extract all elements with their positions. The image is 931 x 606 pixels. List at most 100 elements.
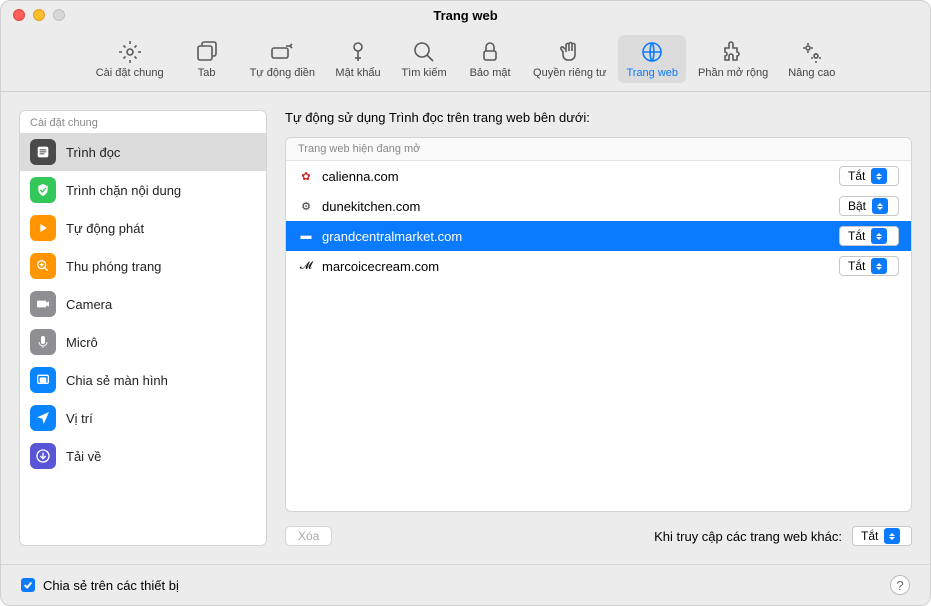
toolbar-label: Bảo mật	[470, 67, 511, 79]
toolbar-passwords[interactable]: Mật khẩu	[327, 35, 389, 83]
toolbar-label: Quyền riêng tư	[533, 67, 606, 79]
toolbar-label: Tự động điền	[250, 67, 315, 79]
toolbar-label: Nâng cao	[788, 67, 835, 79]
site-list: ✿ calienna.com Tắt ⚙ dunekitchen.com Bật…	[286, 161, 911, 511]
lock-icon	[477, 39, 503, 65]
site-value-dropdown[interactable]: Tắt	[839, 226, 899, 246]
site-name: marcoicecream.com	[322, 259, 831, 274]
sidebar-item-download[interactable]: Tải về	[20, 437, 266, 475]
puzzle-icon	[720, 39, 746, 65]
sidebar-item-zoom[interactable]: Thu phóng trang	[20, 247, 266, 285]
sidebar-item-label: Thu phóng trang	[66, 259, 161, 274]
sidebar-header: Cài đặt chung	[20, 111, 266, 133]
site-row[interactable]: ✿ calienna.com Tắt	[286, 161, 911, 191]
play-icon	[30, 215, 56, 241]
settings-sidebar: Cài đặt chung Trình đọc Trình chặn nội du…	[19, 110, 267, 546]
toolbar-websites[interactable]: Trang web	[618, 35, 686, 83]
site-name: grandcentralmarket.com	[322, 229, 831, 244]
footer: Chia sẻ trên các thiết bị ?	[1, 564, 930, 605]
toolbar-label: Tìm kiếm	[401, 67, 446, 79]
favicon-icon: 𝓜	[298, 258, 314, 274]
sidebar-item-location[interactable]: Vị trí	[20, 399, 266, 437]
toolbar-search[interactable]: Tìm kiếm	[393, 35, 455, 83]
titlebar: Trang web	[1, 1, 930, 29]
chevron-updown-icon	[884, 528, 900, 544]
site-value-dropdown[interactable]: Tắt	[839, 256, 899, 276]
sidebar-item-label: Camera	[66, 297, 112, 312]
site-list-box: Trang web hiện đang mở ✿ calienna.com Tắ…	[285, 137, 912, 512]
minimize-window-button[interactable]	[33, 9, 45, 21]
location-icon	[30, 405, 56, 431]
sidebar-item-label: Trình chặn nội dung	[66, 183, 181, 198]
toolbar-label: Tab	[198, 67, 216, 79]
hand-icon	[557, 39, 583, 65]
close-window-button[interactable]	[13, 9, 25, 21]
camera-icon	[30, 291, 56, 317]
site-group-header: Trang web hiện đang mở	[286, 138, 911, 161]
site-row[interactable]: 𝓜 marcoicecream.com Tắt	[286, 251, 911, 281]
chevron-updown-icon	[872, 198, 888, 214]
tabs-icon	[194, 39, 220, 65]
sidebar-item-label: Vị trí	[66, 411, 93, 426]
sidebar-item-label: Micrô	[66, 335, 98, 350]
favicon-icon: ▬	[298, 228, 314, 244]
site-row[interactable]: ⚙ dunekitchen.com Bật	[286, 191, 911, 221]
dropdown-value: Tắt	[848, 229, 865, 243]
toolbar-label: Cài đặt chung	[96, 67, 164, 79]
chevron-updown-icon	[871, 258, 887, 274]
sidebar-item-label: Tải về	[66, 449, 101, 464]
sidebar-item-reader[interactable]: Trình đọc	[20, 133, 266, 171]
toolbar-privacy[interactable]: Quyền riêng tư	[525, 35, 614, 83]
window-title: Trang web	[433, 8, 497, 23]
sidebar-list: Trình đọc Trình chặn nội dung Tự động phát…	[20, 133, 266, 545]
screen-icon	[30, 367, 56, 393]
sidebar-item-mic[interactable]: Micrô	[20, 323, 266, 361]
sidebar-item-screen[interactable]: Chia sẻ màn hình	[20, 361, 266, 399]
chevron-updown-icon	[871, 168, 887, 184]
chevron-updown-icon	[871, 228, 887, 244]
globe-icon	[639, 39, 665, 65]
key-icon	[345, 39, 371, 65]
dropdown-value: Bật	[848, 199, 866, 213]
site-name: dunekitchen.com	[322, 199, 831, 214]
site-value-dropdown[interactable]: Bật	[839, 196, 899, 216]
other-sites-dropdown[interactable]: Tắt	[852, 526, 912, 546]
dropdown-value: Tắt	[861, 529, 878, 543]
dropdown-value: Tắt	[848, 259, 865, 273]
dropdown-value: Tắt	[848, 169, 865, 183]
site-value-dropdown[interactable]: Tắt	[839, 166, 899, 186]
toolbar-extensions[interactable]: Phần mở rộng	[690, 35, 776, 83]
toolbar-label: Phần mở rộng	[698, 67, 768, 79]
delete-button[interactable]: Xóa	[285, 526, 332, 546]
site-row[interactable]: ▬ grandcentralmarket.com Tắt	[286, 221, 911, 251]
sidebar-item-label: Trình đọc	[66, 145, 120, 160]
toolbar-autofill[interactable]: Tự động điền	[242, 35, 323, 83]
sidebar-item-label: Tự động phát	[66, 221, 144, 236]
share-checkbox[interactable]	[21, 578, 35, 592]
toolbar-advanced[interactable]: Nâng cao	[780, 35, 843, 83]
main-title: Tự động sử dụng Trình đọc trên trang web…	[285, 110, 912, 125]
other-sites-label: Khi truy cập các trang web khác:	[654, 529, 842, 544]
zoom-window-button[interactable]	[53, 9, 65, 21]
toolbar-label: Mật khẩu	[335, 67, 380, 79]
zoom-icon	[30, 253, 56, 279]
toolbar-label: Trang web	[626, 67, 678, 79]
toolbar-security[interactable]: Bảo mật	[459, 35, 521, 83]
help-button[interactable]: ?	[890, 575, 910, 595]
download-icon	[30, 443, 56, 469]
sidebar-item-shield[interactable]: Trình chặn nội dung	[20, 171, 266, 209]
main-panel: Tự động sử dụng Trình đọc trên trang web…	[285, 110, 912, 546]
autofill-icon	[269, 39, 295, 65]
toolbar-tabs[interactable]: Tab	[176, 35, 238, 83]
favicon-icon: ✿	[298, 168, 314, 184]
preferences-toolbar: Cài đặt chung Tab Tự động điền Mật khẩu …	[1, 29, 930, 92]
toolbar-general[interactable]: Cài đặt chung	[88, 35, 172, 83]
share-label: Chia sẻ trên các thiết bị	[43, 578, 179, 593]
sidebar-item-play[interactable]: Tự động phát	[20, 209, 266, 247]
window-controls	[13, 9, 65, 21]
gear-icon	[117, 39, 143, 65]
sidebar-item-camera[interactable]: Camera	[20, 285, 266, 323]
site-name: calienna.com	[322, 169, 831, 184]
search-icon	[411, 39, 437, 65]
reader-icon	[30, 139, 56, 165]
